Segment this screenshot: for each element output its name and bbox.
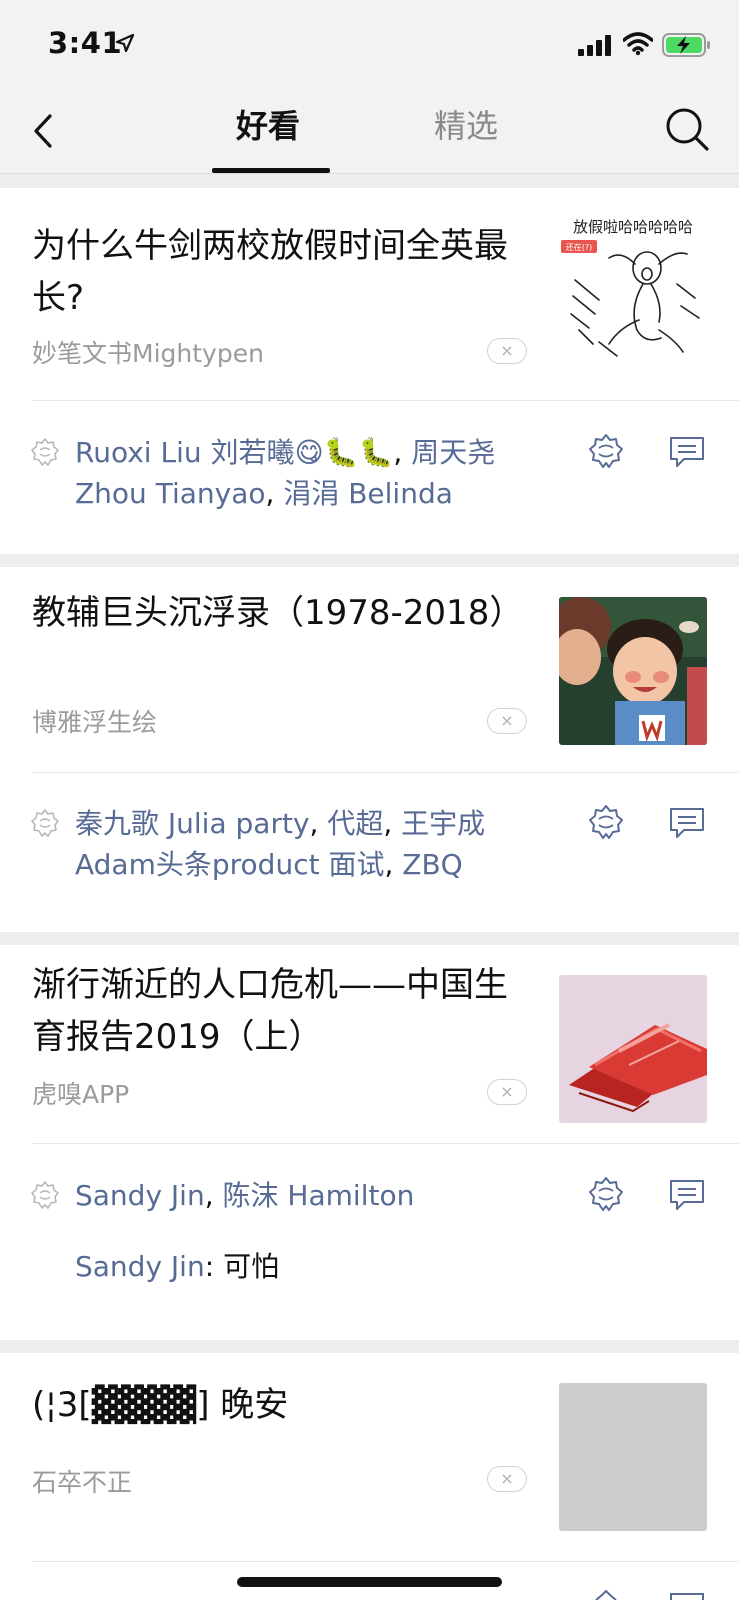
liked-by-friends-icon	[31, 438, 59, 466]
card-divider	[32, 1143, 739, 1144]
article-card[interactable]: 渐行渐近的人口危机——中国生育报告2019（上） 虎嗅APP × Sandy J…	[0, 945, 739, 1340]
search-icon[interactable]	[664, 106, 710, 152]
battery-charging-icon	[662, 33, 710, 57]
card-divider	[32, 772, 739, 773]
wow-like-icon[interactable]	[588, 1589, 624, 1600]
tab-haokan[interactable]: 好看	[236, 104, 300, 148]
back-chevron-icon[interactable]	[28, 110, 58, 152]
thumbnail-badge: 还在(?)	[566, 242, 593, 252]
home-indicator	[237, 1577, 502, 1587]
tab-jingxuan[interactable]: 精选	[434, 104, 498, 148]
wifi-icon	[623, 32, 653, 56]
liked-friends-list: Ruoxi Liu 刘若曦😋🐛🐛, 周天尧 Zhou Tianyao, 涓涓 B…	[75, 436, 496, 510]
friend-name[interactable]: Sandy Jin	[75, 1179, 205, 1212]
liked-by-friends-icon	[31, 809, 59, 837]
friend-name[interactable]: Ruoxi Liu 刘若曦😋🐛🐛	[75, 436, 393, 469]
article-source: 博雅浮生绘	[32, 708, 158, 737]
dismiss-button[interactable]: ×	[487, 338, 527, 364]
status-time: 3:41	[48, 26, 123, 60]
card-divider	[32, 1561, 739, 1562]
liked-by-friends-icon	[31, 1181, 59, 1209]
friend-name[interactable]: 涓涓 Belinda	[283, 477, 453, 510]
article-card[interactable]: (¦3[▓▓▓▓] 晚安 石卒不正 ×	[0, 1353, 739, 1600]
comment-text: 可怕	[223, 1250, 280, 1283]
article-thumbnail[interactable]	[559, 975, 707, 1123]
friend-comment: Sandy Jin: 可怕	[75, 1250, 280, 1283]
dismiss-button[interactable]: ×	[487, 1466, 527, 1492]
comment-icon[interactable]	[668, 806, 706, 840]
wow-like-icon[interactable]	[588, 804, 624, 840]
article-title[interactable]: (¦3[▓▓▓▓] 晚安	[32, 1379, 512, 1431]
comment-icon[interactable]	[668, 1591, 706, 1600]
friend-name[interactable]: 代超	[327, 807, 383, 840]
article-source: 虎嗅APP	[32, 1080, 130, 1109]
comment-icon[interactable]	[668, 435, 706, 469]
wow-like-icon[interactable]	[588, 433, 624, 469]
cellular-signal-icon	[578, 35, 611, 56]
comment-icon[interactable]	[668, 1178, 706, 1212]
friend-name[interactable]: ZBQ	[402, 848, 462, 881]
liked-friends-list: Sandy Jin, 陈沫 Hamilton	[75, 1179, 415, 1212]
article-source: 石卒不正	[32, 1468, 133, 1497]
dismiss-button[interactable]: ×	[487, 1079, 527, 1105]
article-card[interactable]: 教辅巨头沉浮录（1978-2018） 博雅浮生绘 × 秦九歌 Julia par…	[0, 567, 739, 932]
article-thumbnail[interactable]	[559, 597, 707, 745]
card-divider	[32, 400, 739, 401]
article-card[interactable]: 为什么牛剑两校放假时间全英最长? 妙笔文书Mightypen × 放假啦哈哈哈哈…	[0, 188, 739, 554]
active-tab-indicator	[212, 168, 330, 173]
thumbnail-caption: 放假啦哈哈哈哈哈	[573, 218, 693, 236]
article-title[interactable]: 为什么牛剑两校放假时间全英最长?	[32, 220, 512, 324]
liked-friends-list: 秦九歌 Julia party, 代超, 王宇成Adam头条product 面试…	[75, 807, 486, 881]
comment-author[interactable]: Sandy Jin	[75, 1250, 205, 1283]
nav-bar: 好看 精选	[0, 90, 739, 174]
article-thumbnail[interactable]: 放假啦哈哈哈哈哈 还在(?)	[559, 210, 707, 358]
dismiss-button[interactable]: ×	[487, 708, 527, 734]
article-thumbnail-placeholder[interactable]	[559, 1383, 707, 1531]
article-title[interactable]: 教辅巨头沉浮录（1978-2018）	[32, 587, 523, 639]
article-source: 妙笔文书Mightypen	[32, 339, 264, 368]
wow-like-icon[interactable]	[588, 1176, 624, 1212]
location-arrow-icon	[115, 33, 135, 53]
friend-name[interactable]: 秦九歌 Julia party	[75, 807, 310, 840]
friend-name[interactable]: 陈沫 Hamilton	[223, 1179, 415, 1212]
article-title[interactable]: 渐行渐近的人口危机——中国生育报告2019（上）	[32, 959, 512, 1063]
status-bar: 3:41	[0, 0, 739, 90]
